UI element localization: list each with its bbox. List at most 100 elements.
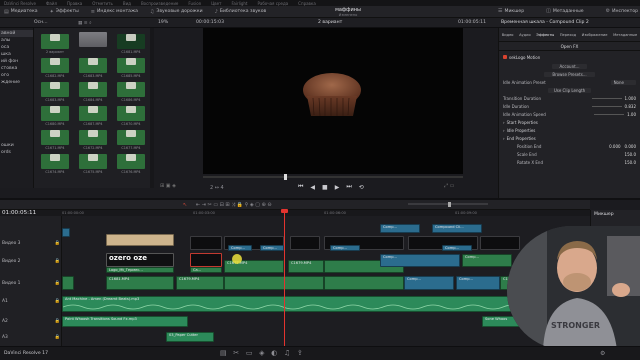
param-slider[interactable]	[591, 105, 622, 107]
media-clip[interactable]: 2 вариант	[38, 30, 72, 54]
timeline-clip[interactable]: C1679.MP4	[288, 260, 324, 273]
scrubber-track[interactable]	[203, 176, 463, 178]
timeline-clip[interactable]: Ca...	[190, 267, 222, 273]
lock-icon[interactable]: 🔒	[55, 299, 60, 304]
timeline-clip[interactable]: Comp...	[442, 245, 472, 251]
account-button[interactable]: Account...	[551, 63, 588, 69]
timeline-clip[interactable]: Comp...	[456, 276, 500, 290]
sidebar-item[interactable]	[0, 93, 33, 100]
menu-item[interactable]: DaVinci Resolve	[4, 1, 36, 6]
skip-back-icon[interactable]: ⏮	[298, 183, 303, 191]
timeline-clip[interactable]: C1679.MP4	[176, 276, 224, 290]
media-clip[interactable]: C1684.MP4	[76, 78, 110, 102]
viewer-right-tools[interactable]: ⤢ ▭	[444, 183, 454, 189]
lock-icon[interactable]: 🔒	[55, 319, 60, 324]
media-clip[interactable]: C1672.MP4	[76, 126, 110, 150]
audio-clip[interactable]: Paint Whoosh Transitions Sound Fx.mp3	[62, 316, 188, 327]
sidebar-item[interactable]	[0, 107, 33, 114]
effects-button[interactable]: ✦ Эффекты	[50, 9, 79, 15]
selected-clip[interactable]	[190, 253, 222, 267]
media-clip[interactable]: C1687.MP4	[76, 102, 110, 126]
track-header[interactable]: A1 🔒	[2, 296, 60, 306]
open-fx-tab[interactable]: Open FX	[499, 42, 640, 51]
media-clip[interactable]: C1682.MP4	[38, 54, 72, 78]
timeline-clip[interactable]: Comp...	[380, 254, 460, 267]
zoom-level[interactable]: 19%	[158, 20, 168, 25]
lock-icon[interactable]: 🔒	[55, 259, 60, 264]
timeline-clip[interactable]: Comp...	[330, 245, 360, 251]
inspector-tab[interactable]: Аудио	[519, 33, 531, 37]
timeline-clip[interactable]: Compound Cli...	[432, 224, 482, 233]
param-slider[interactable]	[591, 97, 622, 99]
media-clip[interactable]: C1683.MP4	[38, 78, 72, 102]
sidebar-item[interactable]: алы	[0, 37, 33, 44]
timeline-clip[interactable]: C1681.MP4	[106, 276, 174, 290]
selection-tool-icon[interactable]: ↖	[183, 202, 187, 208]
mixer-button[interactable]: ☰ Микшер	[498, 8, 524, 14]
sidebar-item[interactable]	[0, 100, 33, 107]
use-clip-length-button[interactable]: Use Clip Length	[547, 87, 592, 93]
edit-index-button[interactable]: ≡ Индекс монтажа	[91, 9, 138, 15]
menu-item[interactable]: Правка	[67, 1, 82, 6]
menu-item[interactable]: Цвет	[211, 1, 221, 6]
sidebar-item[interactable]: авной	[0, 30, 33, 37]
bin-name[interactable]: Осн...	[34, 20, 48, 25]
param-value[interactable]: 0.000	[609, 144, 620, 149]
track-header[interactable]: Видео 1 🔒	[2, 278, 60, 288]
effect-enable-icon[interactable]	[503, 55, 507, 59]
sidebar-item[interactable]: ждение	[0, 79, 33, 86]
timeline-clip[interactable]: Comp...	[228, 245, 252, 251]
audio-clip[interactable]: Ant Machine - Amen (Dreamt Beats).mp3	[62, 296, 582, 312]
track-header[interactable]: Видео 2 🔒	[2, 256, 60, 266]
media-clip[interactable]: C1676.MP4	[114, 150, 148, 174]
inspector-tab[interactable]: Эффекты	[536, 33, 554, 37]
param-value[interactable]: 150.0	[625, 160, 636, 165]
media-clip[interactable]: C1685.MP4	[114, 54, 148, 78]
logo-clip[interactable]: ozero oze	[106, 253, 174, 267]
loop-icon[interactable]: ⟲	[359, 184, 364, 191]
media-clip[interactable]: C1683.MP4	[76, 54, 110, 78]
scrubber-handle[interactable]	[284, 174, 287, 180]
sound-tracks-button[interactable]: ♫ Звуковые дорожки	[150, 9, 203, 15]
param-value[interactable]: 0.000	[625, 144, 636, 149]
timeline-clip[interactable]	[62, 276, 74, 290]
param-value[interactable]: 0.832	[625, 104, 636, 109]
media-clip[interactable]	[76, 30, 110, 54]
inspector-tab[interactable]: Переход	[560, 33, 576, 37]
metadata-button[interactable]: ◫ Метаданные	[546, 8, 583, 14]
lock-icon[interactable]: 🔒	[55, 281, 60, 286]
media-clip[interactable]: C1686.MP4	[114, 78, 148, 102]
section-header[interactable]: › End Properties	[499, 134, 640, 142]
browse-presets-button[interactable]: Browse Presets...	[544, 71, 595, 77]
sidebar-item[interactable]: ошки	[0, 142, 33, 149]
timeline-clip[interactable]: Comp...	[380, 224, 420, 233]
stop-icon[interactable]: ■	[322, 184, 328, 191]
settings-icon[interactable]: ⚙	[600, 350, 605, 357]
play-reverse-icon[interactable]: ◀	[310, 184, 315, 191]
track-header[interactable]: Видео 3 🔒	[2, 238, 60, 248]
menu-item[interactable]: Справка	[298, 1, 316, 6]
timeline-clip[interactable]	[190, 236, 222, 250]
param-value[interactable]: 150.0	[625, 152, 636, 157]
timeline-clip[interactable]	[324, 276, 404, 290]
inspector-tab[interactable]: Метаданные	[613, 33, 637, 37]
inspector-button[interactable]: ⚙ Инспектор	[606, 8, 638, 14]
section-header[interactable]: › Start Properties	[499, 118, 640, 126]
menu-item[interactable]: Вид	[123, 1, 131, 6]
menu-item[interactable]: Воспроизведение	[141, 1, 178, 6]
track-header[interactable]: A3 🔒	[2, 332, 60, 342]
video-preview[interactable]	[203, 28, 463, 174]
sidebar-item[interactable]: стовка	[0, 65, 33, 72]
playhead[interactable]	[284, 210, 285, 346]
menu-item[interactable]: Отметить	[92, 1, 113, 6]
viewer-left-tools[interactable]: ⊞ ▣ ◈	[160, 183, 176, 189]
sidebar-item[interactable]	[0, 86, 33, 93]
media-clip[interactable]: C1674.MP4	[38, 150, 72, 174]
sound-library-button[interactable]: ♪ Библиотека звуков	[215, 9, 267, 15]
timeline-clip[interactable]	[224, 276, 324, 290]
sidebar-item[interactable]	[0, 135, 33, 142]
timeline-clip[interactable]: Comp...	[404, 276, 454, 290]
media-clip[interactable]: C1677.MP4	[114, 126, 148, 150]
sidebar-item[interactable]	[0, 128, 33, 135]
menu-item[interactable]: Fusion	[188, 1, 201, 6]
